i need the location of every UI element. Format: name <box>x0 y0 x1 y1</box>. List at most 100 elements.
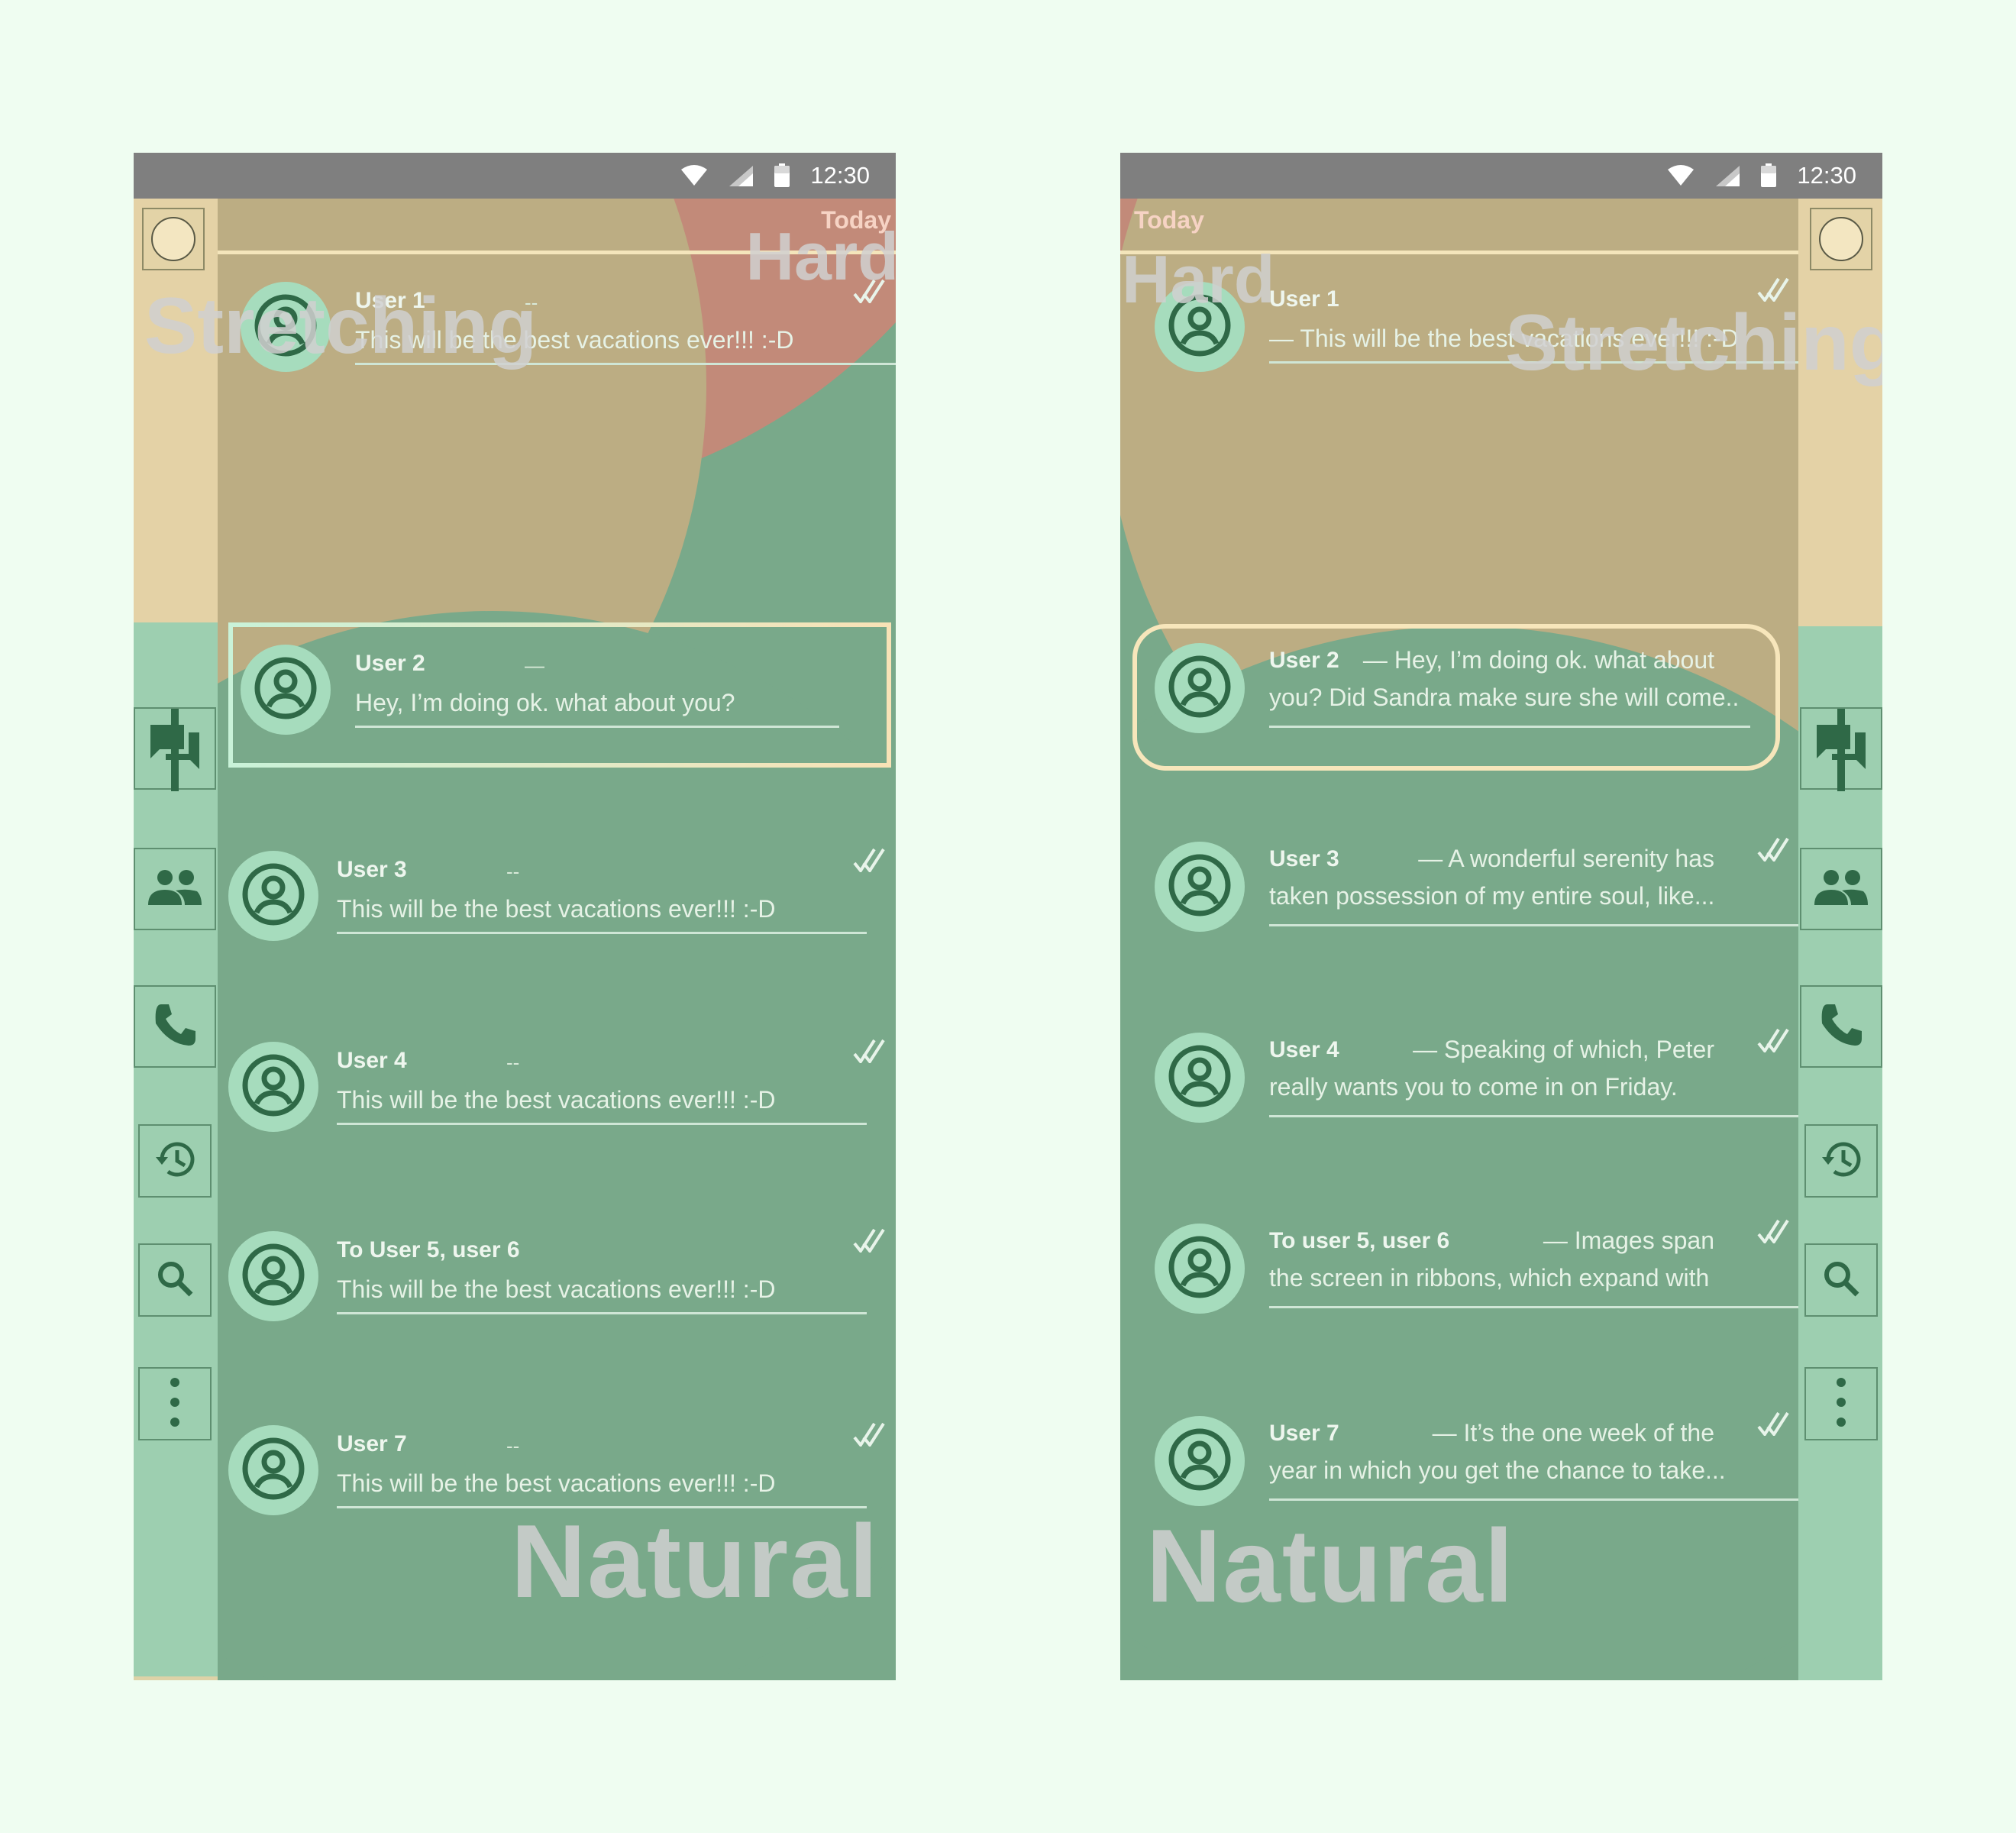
zone-label-hard: Hard <box>1122 241 1275 317</box>
row-divider <box>355 726 839 728</box>
conversation-row[interactable]: User 4 — Speaking of which, Peter really w… <box>1120 1022 1798 1136</box>
avatar <box>228 1231 318 1321</box>
message-preview-line1: — Hey, I’m doing ok. what about <box>1362 646 1714 674</box>
contact-name: User 7 <box>337 1431 407 1456</box>
double-check-icon <box>1757 1028 1791 1056</box>
double-check-icon <box>853 848 887 876</box>
conversation-row[interactable]: User 4 -- This will be the best vacations … <box>218 1031 896 1146</box>
signal-icon <box>728 164 754 187</box>
zone-label-stretching: Stretching <box>144 282 538 370</box>
contact-name: User 2 <box>1269 648 1339 673</box>
wifi-icon <box>1667 165 1695 186</box>
contact-name: User 1 <box>1269 286 1339 312</box>
message-preview-line1: — A wonderful serenity has <box>1418 845 1714 872</box>
search-button[interactable] <box>1804 1243 1878 1317</box>
row-divider <box>1269 1498 1798 1501</box>
contact-name: User 3 <box>337 857 407 882</box>
avatar <box>228 1425 318 1515</box>
avatar-icon <box>241 1053 305 1121</box>
status-time: 12:30 <box>810 162 870 189</box>
separator-dash: -- <box>506 860 520 883</box>
search-button[interactable] <box>138 1243 212 1317</box>
row-divider <box>337 932 867 934</box>
message-preview-line1: — It’s the one week of the <box>1432 1419 1714 1447</box>
more-button[interactable] <box>1804 1367 1878 1440</box>
calls-tab-button[interactable] <box>1800 985 1882 1068</box>
separator-dash: — <box>525 654 544 677</box>
today-label: Today <box>1134 206 1204 234</box>
history-icon <box>1821 1140 1862 1182</box>
avatar-icon <box>1168 1044 1232 1112</box>
separator-dash: -- <box>506 1051 520 1074</box>
battery-icon <box>774 163 790 188</box>
contacts-tab-button[interactable] <box>1800 848 1882 930</box>
avatar-icon <box>241 862 305 930</box>
history-icon <box>154 1140 195 1182</box>
conversation-row[interactable]: User 3 -- This will be the best vacations … <box>218 840 896 955</box>
profile-circle-icon <box>151 217 195 261</box>
conversation-row[interactable]: User 2 — Hey, I’m doing ok. what about you… <box>1120 632 1798 747</box>
history-button[interactable] <box>138 1124 212 1198</box>
avatar <box>1155 1224 1245 1314</box>
row-divider <box>337 1312 867 1314</box>
more-vert-icon <box>1836 1377 1846 1431</box>
conversation-row[interactable]: To user 5, user 6 — Images span the screen… <box>1120 1213 1798 1327</box>
more-vert-icon <box>170 1377 180 1431</box>
message-preview: Hey, I’m doing ok. what about you? <box>355 689 735 716</box>
status-bar: 12:30 <box>1120 153 1882 199</box>
message-preview: This will be the best vacations ever!!! … <box>337 1086 776 1114</box>
double-check-icon <box>1757 1219 1791 1247</box>
profile-button[interactable] <box>1810 208 1872 270</box>
avatar-icon <box>1168 853 1232 921</box>
double-check-icon <box>853 1228 887 1256</box>
contact-name: User 2 <box>355 651 425 676</box>
separator-dash: -- <box>506 1434 520 1457</box>
contacts-tab-button[interactable] <box>134 848 216 930</box>
zone-label-natural: Natural <box>511 1503 880 1619</box>
message-preview-line1: — Images span <box>1543 1227 1714 1254</box>
message-preview-line2: the screen in ribbons, which expand with <box>1269 1264 1710 1292</box>
contact-name: User 7 <box>1269 1421 1339 1446</box>
people-icon <box>1813 868 1869 910</box>
calls-tab-button[interactable] <box>134 985 216 1068</box>
double-check-icon <box>853 1422 887 1450</box>
wifi-icon <box>680 165 708 186</box>
more-button[interactable] <box>138 1367 212 1440</box>
signal-icon <box>1714 164 1740 187</box>
row-divider <box>1269 726 1750 728</box>
history-button[interactable] <box>1804 1124 1878 1198</box>
conversation-row[interactable]: To User 5, user 6 This will be the best v… <box>218 1220 896 1335</box>
chat-icon <box>1815 723 1867 774</box>
chat-tab-button[interactable] <box>1800 707 1882 791</box>
contact-name: To User 5, user 6 <box>337 1237 520 1262</box>
avatar <box>228 851 318 941</box>
phone-icon <box>152 1002 198 1052</box>
avatar-icon <box>241 1437 305 1505</box>
avatar-icon <box>241 1243 305 1311</box>
contact-name: To user 5, user 6 <box>1269 1228 1450 1253</box>
search-icon <box>157 1260 193 1301</box>
profile-button[interactable] <box>142 208 205 270</box>
row-divider <box>1269 924 1798 926</box>
conversation-row[interactable]: User 3 — A wonderful serenity has taken po… <box>1120 831 1798 946</box>
conversation-row[interactable]: User 2 — Hey, I’m doing ok. what about you… <box>218 634 896 748</box>
avatar-icon <box>1168 655 1232 723</box>
status-bar: 12:30 <box>134 153 896 199</box>
message-preview: This will be the best vacations ever!!! … <box>337 1469 776 1497</box>
conversation-list-right: Today User 1— This will be the best vaca… <box>1120 199 1798 1680</box>
message-preview-line2: you? Did Sandra make sure she will come.… <box>1269 684 1740 711</box>
avatar-icon <box>1168 1427 1232 1495</box>
avatar <box>1155 1033 1245 1123</box>
avatar <box>228 1042 318 1132</box>
avatar <box>1155 643 1245 733</box>
double-check-icon <box>853 1039 887 1067</box>
phone-screen-left: 12:30 Today User 1 -- This will be the b… <box>134 153 896 1680</box>
conversation-list-left: Today User 1 -- This will be the best vaca… <box>218 199 896 1680</box>
contact-name: User 4 <box>1269 1037 1339 1062</box>
chat-tab-button[interactable] <box>134 707 216 791</box>
phone-screen-right: 12:30 Today User 1 — This will be the be… <box>1120 153 1882 1680</box>
nav-rail-right <box>1798 199 1882 1680</box>
conversation-row[interactable]: User 7 — It’s the one week of the year in … <box>1120 1405 1798 1520</box>
message-preview-line2: really wants you to come in on Friday. <box>1269 1073 1678 1101</box>
avatar <box>1155 842 1245 932</box>
